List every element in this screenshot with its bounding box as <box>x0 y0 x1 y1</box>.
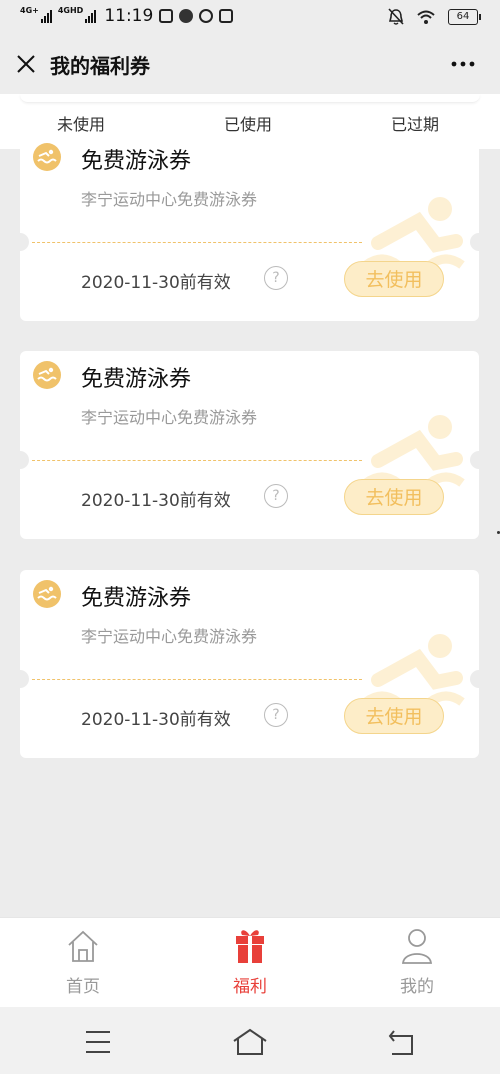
gift-icon <box>236 930 264 963</box>
help-icon[interactable]: ? <box>264 703 288 727</box>
mute-bell-icon <box>388 8 404 25</box>
tab-expired[interactable]: 已过期 <box>391 111 439 135</box>
tab-used[interactable]: 已使用 <box>224 111 272 135</box>
system-home-button[interactable] <box>230 1027 270 1057</box>
app-notification-icon-4 <box>219 9 234 23</box>
bottom-tab-home[interactable]: 首页 <box>38 926 128 997</box>
coupon-subtitle: 李宁运动中心免费游泳券 <box>81 408 258 427</box>
system-nav-bar <box>0 1007 500 1074</box>
system-back-button[interactable] <box>382 1027 422 1057</box>
swim-badge-icon <box>33 580 61 608</box>
home-outline-icon <box>233 1028 267 1055</box>
coupon-divider <box>32 242 362 243</box>
system-menu-button[interactable] <box>78 1027 118 1057</box>
bottom-tab-me[interactable]: 我的 <box>372 926 462 997</box>
coupon-title: 免费游泳券 <box>81 149 192 174</box>
bottom-tab-welfare-label: 福利 <box>233 977 267 997</box>
app-notification-icon <box>159 9 174 23</box>
more-dots-icon <box>451 61 475 67</box>
app-notification-icon-3 <box>199 9 214 23</box>
coupon-notch-left <box>20 233 29 251</box>
close-icon <box>17 55 35 73</box>
bottom-tab-home-label: 首页 <box>66 977 100 997</box>
bottom-tab-bar: 首页 福利 我的 <box>0 917 500 1008</box>
bottom-tab-welfare[interactable]: 福利 <box>205 926 295 997</box>
coupon-expiry: 2020-11-30前有效 <box>81 710 231 730</box>
tab-unused[interactable]: 未使用 <box>57 111 105 135</box>
swim-badge-icon <box>33 361 61 389</box>
nav-bar: 我的福利券 <box>0 34 500 94</box>
menu-icon <box>86 1031 110 1053</box>
use-coupon-button[interactable]: 去使用 <box>344 479 444 515</box>
coupon-title: 免费游泳券 <box>81 586 192 611</box>
card-edge <box>20 94 480 103</box>
signal-icon: 4G+ <box>20 6 52 23</box>
coupon-divider <box>32 460 362 461</box>
status-bar: 4G+ 4GHD 11:19 64 <box>0 0 500 34</box>
page-title: 我的福利券 <box>50 54 150 78</box>
coupon-subtitle: 李宁运动中心免费游泳券 <box>81 627 258 646</box>
coupon-card: 免费游泳券 李宁运动中心免费游泳券 2020-11-30前有效 ? 去使用 <box>20 570 479 758</box>
coupon-card: 免费游泳券 李宁运动中心免费游泳券 2020-11-30前有效 ? 去使用 <box>20 133 479 321</box>
help-icon[interactable]: ? <box>264 484 288 508</box>
coupon-notch-left <box>20 670 29 688</box>
coupon-title: 免费游泳券 <box>81 367 192 392</box>
wifi-icon <box>417 10 435 24</box>
app-notification-icon-2 <box>179 9 194 23</box>
coupon-subtitle: 李宁运动中心免费游泳券 <box>81 190 258 209</box>
coupon-card: 免费游泳券 李宁运动中心免费游泳券 2020-11-30前有效 ? 去使用 <box>20 351 479 539</box>
signal-icon-2: 4GHD <box>58 6 97 23</box>
coupon-expiry: 2020-11-30前有效 <box>81 273 231 293</box>
status-time: 11:19 <box>104 6 154 26</box>
home-icon <box>68 930 98 962</box>
coupon-notch-left <box>20 451 29 469</box>
back-icon <box>388 1030 413 1055</box>
help-icon[interactable]: ? <box>264 266 288 290</box>
coupon-divider <box>32 679 362 680</box>
person-icon <box>402 929 432 964</box>
use-coupon-button[interactable]: 去使用 <box>344 698 444 734</box>
use-coupon-button[interactable]: 去使用 <box>344 261 444 297</box>
bottom-tab-me-label: 我的 <box>400 977 434 997</box>
battery-icon: 64 <box>448 9 481 25</box>
swim-badge-icon <box>33 143 61 171</box>
more-button[interactable] <box>450 52 478 76</box>
close-button[interactable] <box>12 50 40 78</box>
coupon-expiry: 2020-11-30前有效 <box>81 491 231 511</box>
